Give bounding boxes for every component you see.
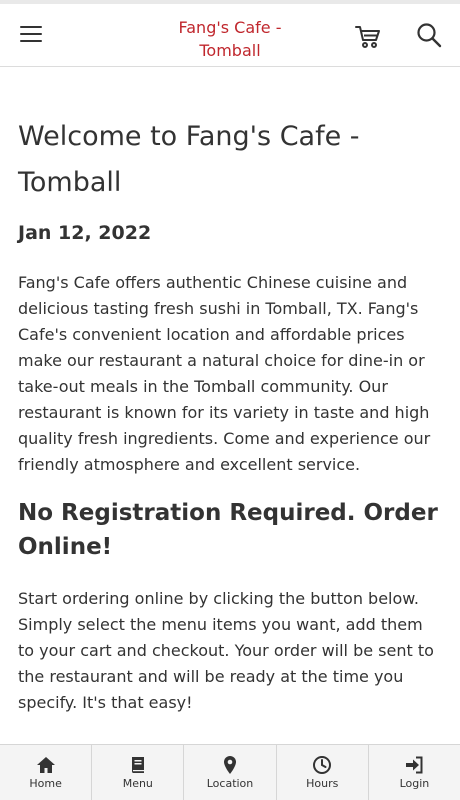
header-bar: Fang's Cafe - Tomball <box>0 4 460 67</box>
map-pin-icon <box>224 756 236 774</box>
menu-icon[interactable] <box>20 25 42 43</box>
brand-title-line1: Fang's Cafe - <box>178 18 282 37</box>
nav-menu-label: Menu <box>122 777 153 790</box>
brand-title-line2: Tomball <box>199 41 261 60</box>
main-content: Welcome to Fang's Cafe - Tomball Jan 12,… <box>18 114 438 716</box>
page-title: Welcome to Fang's Cafe - Tomball <box>18 121 360 198</box>
post-date: Jan 12, 2022 <box>18 222 152 244</box>
cart-icon[interactable] <box>354 22 382 50</box>
order-instructions: Start ordering online by clicking the bu… <box>18 589 434 712</box>
bottom-nav: Home Menu Location Hours Login <box>0 744 460 800</box>
brand-title[interactable]: Fang's Cafe - Tomball <box>130 16 330 62</box>
nav-hours[interactable]: Hours <box>277 745 369 800</box>
nav-menu[interactable]: Menu <box>92 745 185 800</box>
book-icon <box>131 757 144 773</box>
clock-icon <box>313 756 332 774</box>
nav-login[interactable]: Login <box>369 745 460 800</box>
order-online-heading: No Registration Required. Order Online! <box>18 500 438 560</box>
nav-home[interactable]: Home <box>0 745 93 800</box>
home-icon <box>36 757 55 773</box>
page: Fang's Cafe - Tomball Welcome to Fang's … <box>0 0 460 800</box>
nav-location-label: Location <box>206 777 254 790</box>
nav-login-label: Login <box>399 777 430 790</box>
nav-home-label: Home <box>29 777 62 790</box>
search-icon[interactable] <box>416 22 442 48</box>
nav-hours-label: Hours <box>306 777 339 790</box>
login-icon <box>406 756 423 774</box>
intro-paragraph: Fang's Cafe offers authentic Chinese cui… <box>18 273 431 474</box>
nav-location[interactable]: Location <box>184 745 277 800</box>
